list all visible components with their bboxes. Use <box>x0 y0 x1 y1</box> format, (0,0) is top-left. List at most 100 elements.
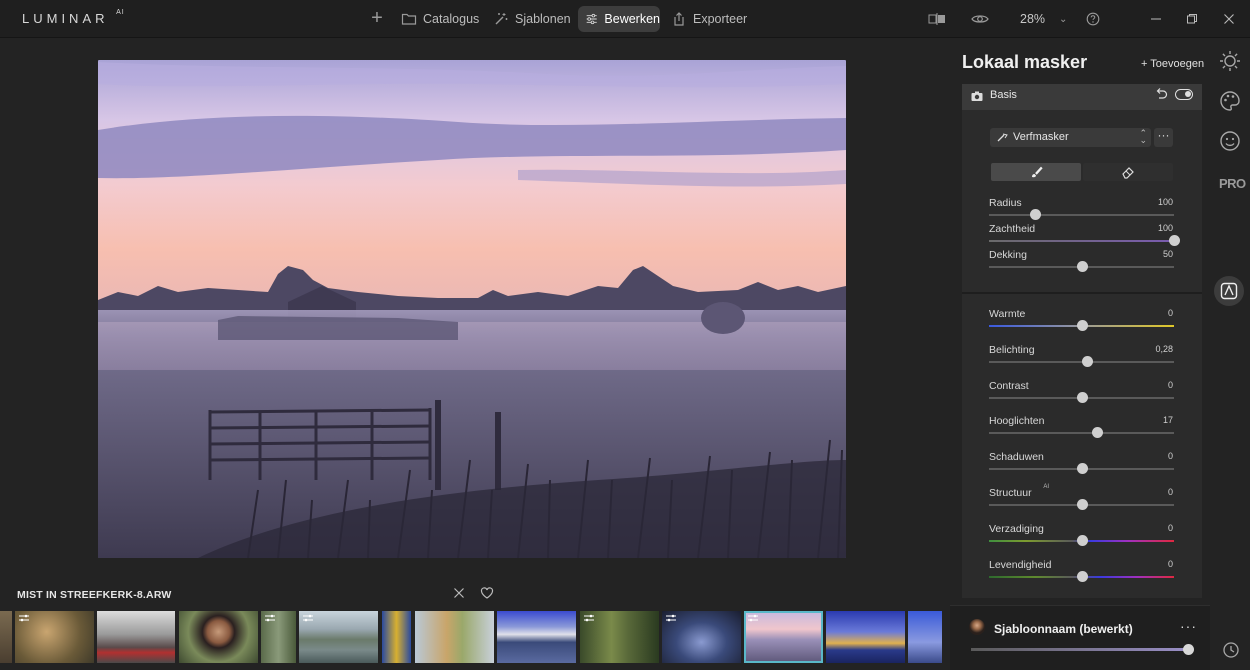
slider-track[interactable] <box>989 432 1174 435</box>
layer-name: Basis <box>990 89 1017 101</box>
photo-canvas <box>98 60 846 558</box>
filmstrip-thumbnail[interactable] <box>826 611 905 663</box>
filmstrip-thumbnail-selected[interactable] <box>744 611 823 663</box>
slider-value: 0 <box>1167 308 1173 318</box>
mask-type-value: Verfmasker <box>1013 131 1069 143</box>
add-tool-button[interactable]: + Toevoegen <box>1141 58 1204 70</box>
slider-value: 50 <box>1162 249 1173 259</box>
palette-icon[interactable] <box>1218 89 1242 113</box>
nav-bewerken-label: Bewerken <box>604 12 660 26</box>
nav-catalogus-label: Catalogus <box>423 12 480 26</box>
pro-tools-icon[interactable]: PRO <box>1219 176 1246 191</box>
eraser-tool-button[interactable] <box>1083 163 1173 181</box>
slider-track[interactable] <box>989 240 1174 242</box>
eraser-icon <box>1122 167 1134 179</box>
folder-icon <box>401 13 417 25</box>
zoom-dropdown[interactable]: 28% ⌄ <box>1020 0 1067 38</box>
slider-knob[interactable] <box>1076 261 1088 272</box>
nav-bewerken[interactable]: Bewerken <box>578 6 660 32</box>
slider-value: 0 <box>1167 379 1173 390</box>
help-button[interactable] <box>1086 0 1100 38</box>
app-logo: LUMINAR AI <box>22 9 125 26</box>
luminar-app: LUMINAR AI + Catalogus Sjablonen Bewerke… <box>0 0 1250 670</box>
filmstrip-thumbnail[interactable] <box>382 611 411 663</box>
restore-button[interactable] <box>1186 0 1198 38</box>
nav-sjablonen-label: Sjablonen <box>515 12 571 26</box>
slider-value: 100 <box>1157 197 1173 207</box>
slider-label: Radius <box>989 197 1022 209</box>
export-icon <box>674 12 684 26</box>
filmstrip-thumbnail[interactable] <box>662 611 741 663</box>
filmstrip-thumbnail[interactable] <box>415 611 494 663</box>
slider-label: Schaduwen <box>989 451 1044 464</box>
magic-wand-icon <box>495 13 508 25</box>
brush-tool-button[interactable] <box>991 163 1081 181</box>
zoom-value: 28% <box>1020 12 1046 26</box>
nav-sjablonen[interactable]: Sjablonen <box>493 6 571 32</box>
undo-icon[interactable] <box>1154 87 1168 101</box>
nav-exporteer[interactable]: Exporteer <box>671 6 747 32</box>
sun-icon[interactable] <box>1218 49 1242 73</box>
filmstrip-thumbnail[interactable] <box>179 611 258 663</box>
filmstrip-thumbnail[interactable] <box>580 611 659 663</box>
favorite-button[interactable] <box>480 586 496 602</box>
compare-button[interactable] <box>928 0 946 38</box>
template-bar <box>950 605 1210 670</box>
updown-chevron-icon: ⌃ ⌄ <box>1139 128 1147 145</box>
filmstrip-thumbnail[interactable] <box>97 611 175 663</box>
slider-label-sup: AI <box>1043 484 1050 490</box>
help-icon <box>1086 12 1100 26</box>
visibility-toggle[interactable] <box>1175 89 1193 100</box>
edited-badge-icon <box>19 614 29 622</box>
filmstrip-thumbnail[interactable] <box>261 611 296 663</box>
slider-knob[interactable] <box>1076 463 1088 475</box>
slider-label: Belichting <box>989 343 1035 356</box>
slider-knob[interactable] <box>1169 235 1180 246</box>
smiley-icon[interactable] <box>1218 129 1242 153</box>
reject-button[interactable] <box>452 586 468 602</box>
brush-mask-icon <box>997 133 1008 142</box>
filmstrip-thumbnail[interactable] <box>299 611 378 663</box>
slider-value: 0 <box>1167 522 1173 533</box>
preview-button[interactable] <box>971 0 989 38</box>
compare-icon <box>928 13 945 25</box>
mask-more-button[interactable]: ··· <box>1154 128 1173 147</box>
slider-knob[interactable] <box>1076 320 1088 331</box>
close-icon <box>454 588 464 598</box>
chevron-down-icon: ⌄ <box>1059 13 1068 25</box>
edited-badge-icon <box>265 614 275 622</box>
adjustments-section <box>962 292 1202 598</box>
close-window-button[interactable] <box>1223 0 1235 38</box>
main-photo[interactable] <box>98 60 846 558</box>
local-masking-tool-button[interactable] <box>1214 276 1244 306</box>
slider-knob[interactable] <box>1076 570 1088 582</box>
minimize-button[interactable] <box>1150 0 1162 38</box>
slider-value: 17 <box>1162 415 1173 426</box>
filmstrip-thumbnail[interactable] <box>15 611 94 663</box>
slider-value: 0 <box>1167 451 1173 462</box>
top-bar: LUMINAR AI + Catalogus Sjablonen Bewerke… <box>0 0 1250 38</box>
sliders-icon <box>586 13 597 25</box>
template-more-button[interactable]: ··· <box>1180 618 1197 634</box>
history-icon[interactable] <box>1222 641 1240 659</box>
filmstrip-thumbnail[interactable] <box>497 611 576 663</box>
panel-title: Lokaal masker <box>962 52 1088 72</box>
nav-catalogus[interactable]: Catalogus <box>401 6 479 32</box>
mask-type-select[interactable]: Verfmasker ⌃ ⌄ <box>990 128 1151 147</box>
slider-label: Verzadiging <box>989 522 1044 535</box>
template-amount-slider[interactable] <box>971 648 1191 651</box>
slider-knob[interactable] <box>1076 499 1088 510</box>
slider-knob[interactable] <box>1082 355 1094 367</box>
brush-icon <box>1032 166 1043 178</box>
filmstrip-thumbnail[interactable] <box>0 611 12 663</box>
slider-knob[interactable] <box>1076 391 1088 403</box>
slider-value: 0,28 <box>1155 343 1173 354</box>
add-photos-button[interactable]: + <box>368 8 386 30</box>
filmstrip-thumbnail[interactable] <box>908 611 942 663</box>
slider-track[interactable] <box>989 214 1174 216</box>
edited-badge-icon <box>748 614 758 622</box>
restore-icon <box>1187 14 1197 24</box>
slider-knob[interactable] <box>1076 534 1088 546</box>
template-amount-knob[interactable] <box>1183 644 1194 655</box>
edited-badge-icon <box>303 614 313 622</box>
